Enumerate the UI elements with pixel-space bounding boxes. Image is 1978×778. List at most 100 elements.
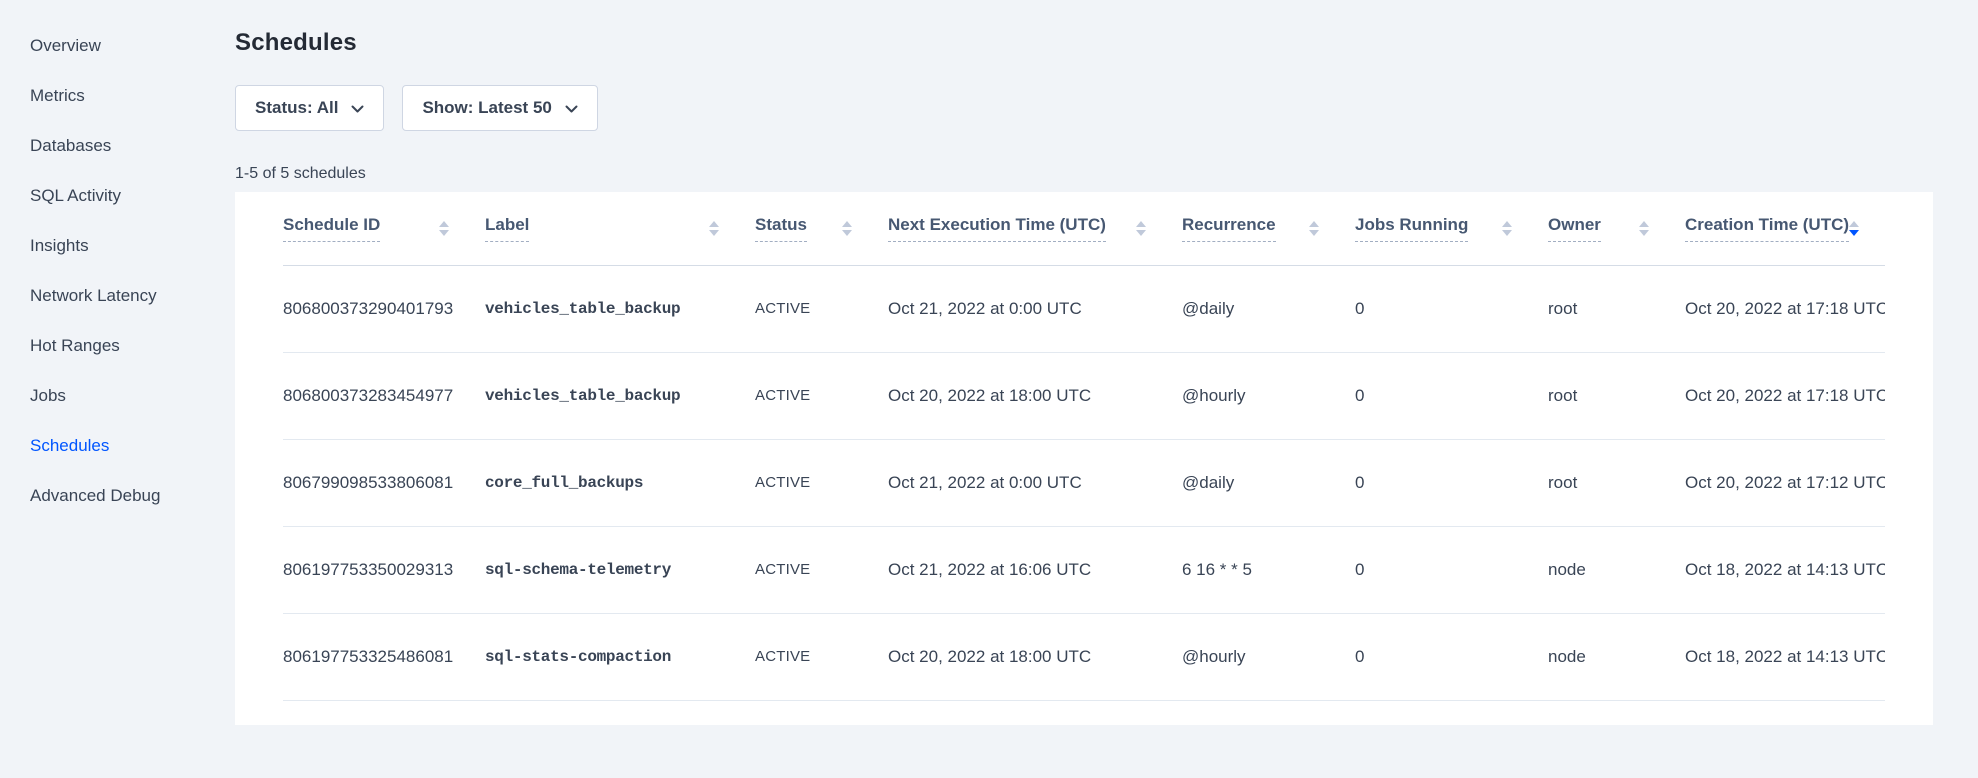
column-header-status[interactable]: Status [755, 192, 888, 265]
sidebar-item-sql-activity[interactable]: SQL Activity [30, 171, 235, 221]
sort-up-arrow-icon [1136, 221, 1146, 227]
cell-schedule-id: 806799098533806081 [283, 439, 485, 526]
sort-down-arrow-icon [439, 230, 449, 236]
sidebar-item-databases[interactable]: Databases [30, 121, 235, 171]
cell-label: sql-schema-telemetry [485, 526, 755, 613]
column-header-creation-time-utc[interactable]: Creation Time (UTC) [1685, 192, 1885, 265]
column-header-label[interactable]: Label [485, 215, 529, 242]
column-header-label[interactable]: Status [755, 215, 807, 242]
sidebar-item-schedules[interactable]: Schedules [30, 421, 235, 471]
sidebar-item-label: Network Latency [30, 286, 157, 306]
column-header-owner[interactable]: Owner [1548, 192, 1685, 265]
column-header-label[interactable]: Owner [1548, 215, 1601, 242]
cell-next-execution-time: Oct 21, 2022 at 16:06 UTC [888, 526, 1182, 613]
cell-jobs-running: 0 [1355, 352, 1548, 439]
sidebar-item-advanced-debug[interactable]: Advanced Debug [30, 471, 235, 521]
show-filter-dropdown[interactable]: Show: Latest 50 [402, 85, 597, 131]
sidebar-item-jobs[interactable]: Jobs [30, 371, 235, 421]
cell-status: ACTIVE [755, 613, 888, 700]
column-header-next-execution-time-utc[interactable]: Next Execution Time (UTC) [888, 192, 1182, 265]
sort-icon[interactable] [709, 221, 719, 236]
cell-jobs-running: 0 [1355, 439, 1548, 526]
table-row[interactable]: 806800373283454977 vehicles_table_backup… [283, 352, 1885, 439]
column-header-label[interactable]: Creation Time (UTC) [1685, 215, 1849, 242]
sidebar-item-label: Metrics [30, 86, 85, 106]
cell-schedule-id: 806197753350029313 [283, 526, 485, 613]
column-header-label[interactable]: Schedule ID [283, 215, 380, 242]
cell-next-execution-time: Oct 21, 2022 at 0:00 UTC [888, 265, 1182, 352]
results-summary: 1-5 of 5 schedules [235, 164, 1933, 184]
cell-owner: root [1548, 352, 1685, 439]
cell-next-execution-time: Oct 20, 2022 at 18:00 UTC [888, 613, 1182, 700]
cell-label: sql-stats-compaction [485, 613, 755, 700]
sort-icon[interactable] [842, 221, 852, 236]
sort-down-arrow-icon [842, 230, 852, 236]
sort-icon[interactable] [1849, 221, 1859, 236]
table-header-row: Schedule ID Label [283, 192, 1885, 265]
sort-icon[interactable] [439, 221, 449, 236]
sort-up-arrow-icon [842, 221, 852, 227]
cell-schedule-id: 806197753325486081 [283, 613, 485, 700]
cell-owner: root [1548, 265, 1685, 352]
sort-icon[interactable] [1309, 221, 1319, 236]
sidebar-item-label: Overview [30, 36, 101, 56]
sidebar-item-label: Jobs [30, 386, 66, 406]
column-header-label[interactable]: Recurrence [1182, 215, 1276, 242]
app-root: Overview Metrics Databases SQL Activity … [0, 0, 1978, 725]
sort-icon[interactable] [1639, 221, 1649, 236]
sort-down-arrow-icon [1502, 230, 1512, 236]
cell-status: ACTIVE [755, 265, 888, 352]
sidebar-item-label: SQL Activity [30, 186, 121, 206]
schedules-table-body: 806800373290401793 vehicles_table_backup… [283, 265, 1885, 700]
column-header-jobs-running[interactable]: Jobs Running [1355, 192, 1548, 265]
status-filter-dropdown[interactable]: Status: All [235, 85, 384, 131]
cell-schedule-id: 806800373290401793 [283, 265, 485, 352]
chevron-down-icon [565, 105, 578, 114]
column-header-recurrence[interactable]: Recurrence [1182, 192, 1355, 265]
column-header-label[interactable]: Jobs Running [1355, 215, 1468, 242]
show-filter-label: Show: Latest 50 [422, 98, 551, 118]
sidebar-item-network-latency[interactable]: Network Latency [30, 271, 235, 321]
sort-up-arrow-icon [1639, 221, 1649, 227]
cell-jobs-running: 0 [1355, 613, 1548, 700]
cell-recurrence: 6 16 * * 5 [1182, 526, 1355, 613]
cell-recurrence: @daily [1182, 439, 1355, 526]
column-header-schedule-id[interactable]: Schedule ID [283, 192, 485, 265]
page-title: Schedules [235, 28, 1933, 58]
sidebar-item-hot-ranges[interactable]: Hot Ranges [30, 321, 235, 371]
table-row[interactable]: 806800373290401793 vehicles_table_backup… [283, 265, 1885, 352]
sort-icon[interactable] [1136, 221, 1146, 236]
cell-creation-time: Oct 18, 2022 at 14:13 UTC [1685, 526, 1885, 613]
column-header-label[interactable]: Next Execution Time (UTC) [888, 215, 1106, 242]
schedules-table: Schedule ID Label [283, 192, 1885, 701]
status-filter-label: Status: All [255, 98, 338, 118]
cell-next-execution-time: Oct 20, 2022 at 18:00 UTC [888, 352, 1182, 439]
sidebar-item-label: Schedules [30, 436, 109, 456]
sort-up-arrow-icon [1309, 221, 1319, 227]
cell-status: ACTIVE [755, 352, 888, 439]
sidebar-item-label: Databases [30, 136, 111, 156]
sort-down-arrow-icon [709, 230, 719, 236]
table-row[interactable]: 806197753350029313 sql-schema-telemetry … [283, 526, 1885, 613]
cell-creation-time: Oct 18, 2022 at 14:13 UTC [1685, 613, 1885, 700]
sidebar-item-insights[interactable]: Insights [30, 221, 235, 271]
sidebar: Overview Metrics Databases SQL Activity … [0, 0, 235, 725]
sort-down-arrow-icon [1309, 230, 1319, 236]
sidebar-item-overview[interactable]: Overview [30, 21, 235, 71]
filters-row: Status: All Show: Latest 50 [235, 85, 1933, 131]
table-row[interactable]: 806197753325486081 sql-stats-compaction … [283, 613, 1885, 700]
sidebar-item-label: Hot Ranges [30, 336, 120, 356]
cell-jobs-running: 0 [1355, 526, 1548, 613]
sort-up-arrow-icon [1502, 221, 1512, 227]
chevron-down-icon [351, 105, 364, 114]
cell-creation-time: Oct 20, 2022 at 17:18 UTC [1685, 265, 1885, 352]
cell-owner: node [1548, 613, 1685, 700]
cell-label: core_full_backups [485, 439, 755, 526]
sidebar-item-metrics[interactable]: Metrics [30, 71, 235, 121]
sort-down-arrow-icon [1849, 230, 1859, 236]
cell-schedule-id: 806800373283454977 [283, 352, 485, 439]
sort-icon[interactable] [1502, 221, 1512, 236]
column-header-label[interactable]: Label [485, 192, 755, 265]
cell-creation-time: Oct 20, 2022 at 17:18 UTC [1685, 352, 1885, 439]
table-row[interactable]: 806799098533806081 core_full_backups ACT… [283, 439, 1885, 526]
